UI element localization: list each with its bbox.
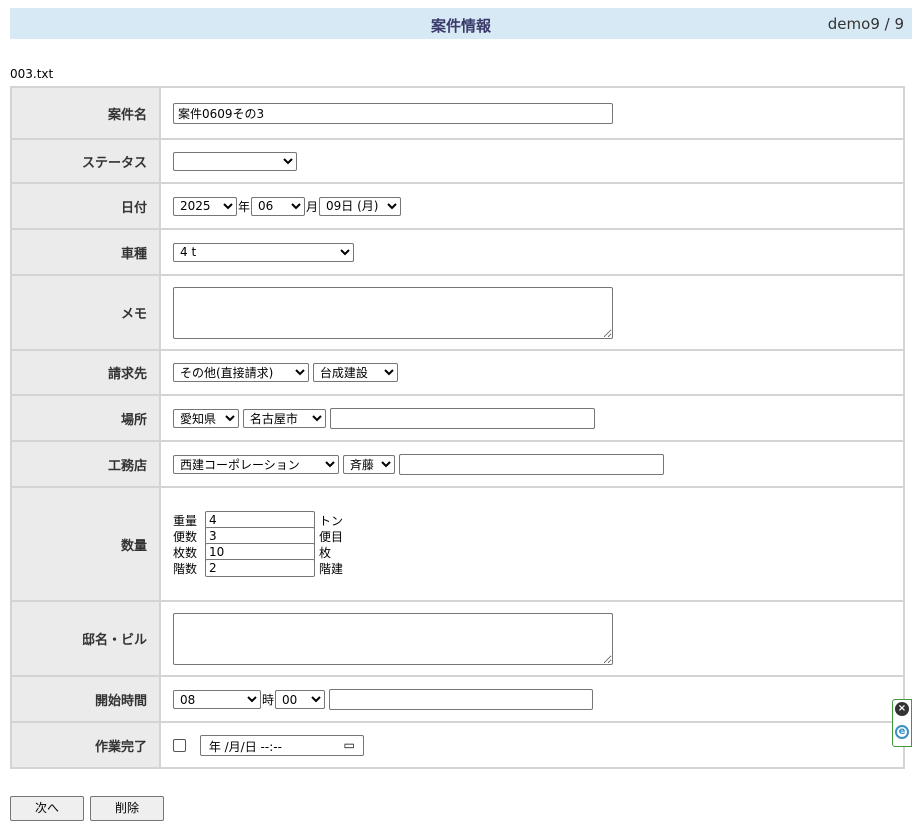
contractor-person-select[interactable]: 斉藤 <box>342 455 395 474</box>
case-name-label: 案件名 <box>11 87 161 140</box>
quantity-label: 数量 <box>11 487 161 602</box>
completion-label: 作業完了 <box>11 722 161 769</box>
day-select[interactable]: 09日 (月) <box>319 196 402 216</box>
floors-input[interactable] <box>205 559 315 577</box>
date-label: 日付 <box>11 183 161 230</box>
completion-checkbox[interactable] <box>173 738 186 752</box>
month-select[interactable]: 06 <box>251 196 306 216</box>
user-indicator: demo9 / 9 <box>827 15 904 33</box>
hour-unit: 時 <box>262 693 275 707</box>
quantity-sheets: 枚数枚 <box>173 543 903 561</box>
billing-company-select[interactable]: 台成建設 <box>312 363 398 382</box>
start-time-label: 開始時間 <box>11 676 161 723</box>
row-date: 日付 2025 年 06 月 09日 (月) <box>11 183 904 230</box>
building-textarea[interactable] <box>173 612 613 665</box>
row-quantity: 数量 重量トン 便数便目 枚数枚 階数階建 <box>11 487 904 602</box>
row-status: ステータス <box>11 139 904 184</box>
completion-datetime-input[interactable]: 年 /月/日 --:-- ▭ <box>199 734 364 756</box>
row-building: 邸名・ビル <box>11 601 904 677</box>
minute-select[interactable]: 00 <box>275 690 326 709</box>
billing-label: 請求先 <box>11 350 161 396</box>
location-label: 場所 <box>11 395 161 442</box>
year-unit: 年 <box>238 199 251 214</box>
hour-select[interactable]: 08 <box>173 690 261 709</box>
billing-type-select[interactable]: その他(直接請求) <box>173 363 309 382</box>
location-detail-input[interactable] <box>329 407 595 429</box>
calendar-icon[interactable]: ▭ <box>343 738 354 752</box>
row-completion: 作業完了 年 /月/日 --:-- ▭ <box>11 722 904 769</box>
vehicle-label: 車種 <box>11 229 161 276</box>
row-vehicle: 車種 4 t <box>11 229 904 276</box>
vehicle-select[interactable]: 4 t <box>173 242 354 262</box>
month-unit: 月 <box>306 199 319 214</box>
memo-label: メモ <box>11 275 161 351</box>
start-time-detail-input[interactable] <box>328 688 593 710</box>
prefecture-select[interactable]: 愛知県 <box>173 409 239 428</box>
page-title: 案件情報 <box>430 17 491 35</box>
next-button[interactable]: 次へ <box>10 796 84 821</box>
file-name: 003.txt <box>10 67 54 81</box>
delete-button[interactable]: 削除 <box>90 796 164 821</box>
city-select[interactable]: 名古屋市 <box>242 409 326 428</box>
status-label: ステータス <box>11 139 161 184</box>
row-location: 場所 愛知県 名古屋市 <box>11 395 904 442</box>
memo-textarea[interactable] <box>173 286 613 339</box>
row-case-name: 案件名 <box>11 87 904 140</box>
contractor-company-select[interactable]: 西建コーポレーション <box>173 455 339 474</box>
contractor-detail-input[interactable] <box>398 453 664 475</box>
page-header: 案件情報 demo9 / 9 <box>10 8 912 39</box>
status-select[interactable] <box>173 151 297 171</box>
row-billing: 請求先 その他(直接請求) 台成建設 <box>11 350 904 396</box>
row-memo: メモ <box>11 275 904 351</box>
row-start-time: 開始時間 08 時 00 <box>11 676 904 723</box>
quantity-floors: 階数階建 <box>173 559 903 577</box>
building-label: 邸名・ビル <box>11 601 161 677</box>
quantity-weight: 重量トン <box>173 511 903 529</box>
extension-widget[interactable]: × e <box>892 699 912 747</box>
contractor-label: 工務店 <box>11 441 161 488</box>
row-contractor: 工務店 西建コーポレーション 斉藤 <box>11 441 904 488</box>
close-icon[interactable]: × <box>895 702 909 716</box>
year-select[interactable]: 2025 <box>173 196 237 216</box>
case-form: 案件名 ステータス 日付 2025年06月09日 (月) 車種 4 t メモ 請… <box>10 86 905 769</box>
case-name-input[interactable] <box>173 102 613 124</box>
e-icon[interactable]: e <box>895 725 909 739</box>
quantity-trips: 便数便目 <box>173 527 903 545</box>
